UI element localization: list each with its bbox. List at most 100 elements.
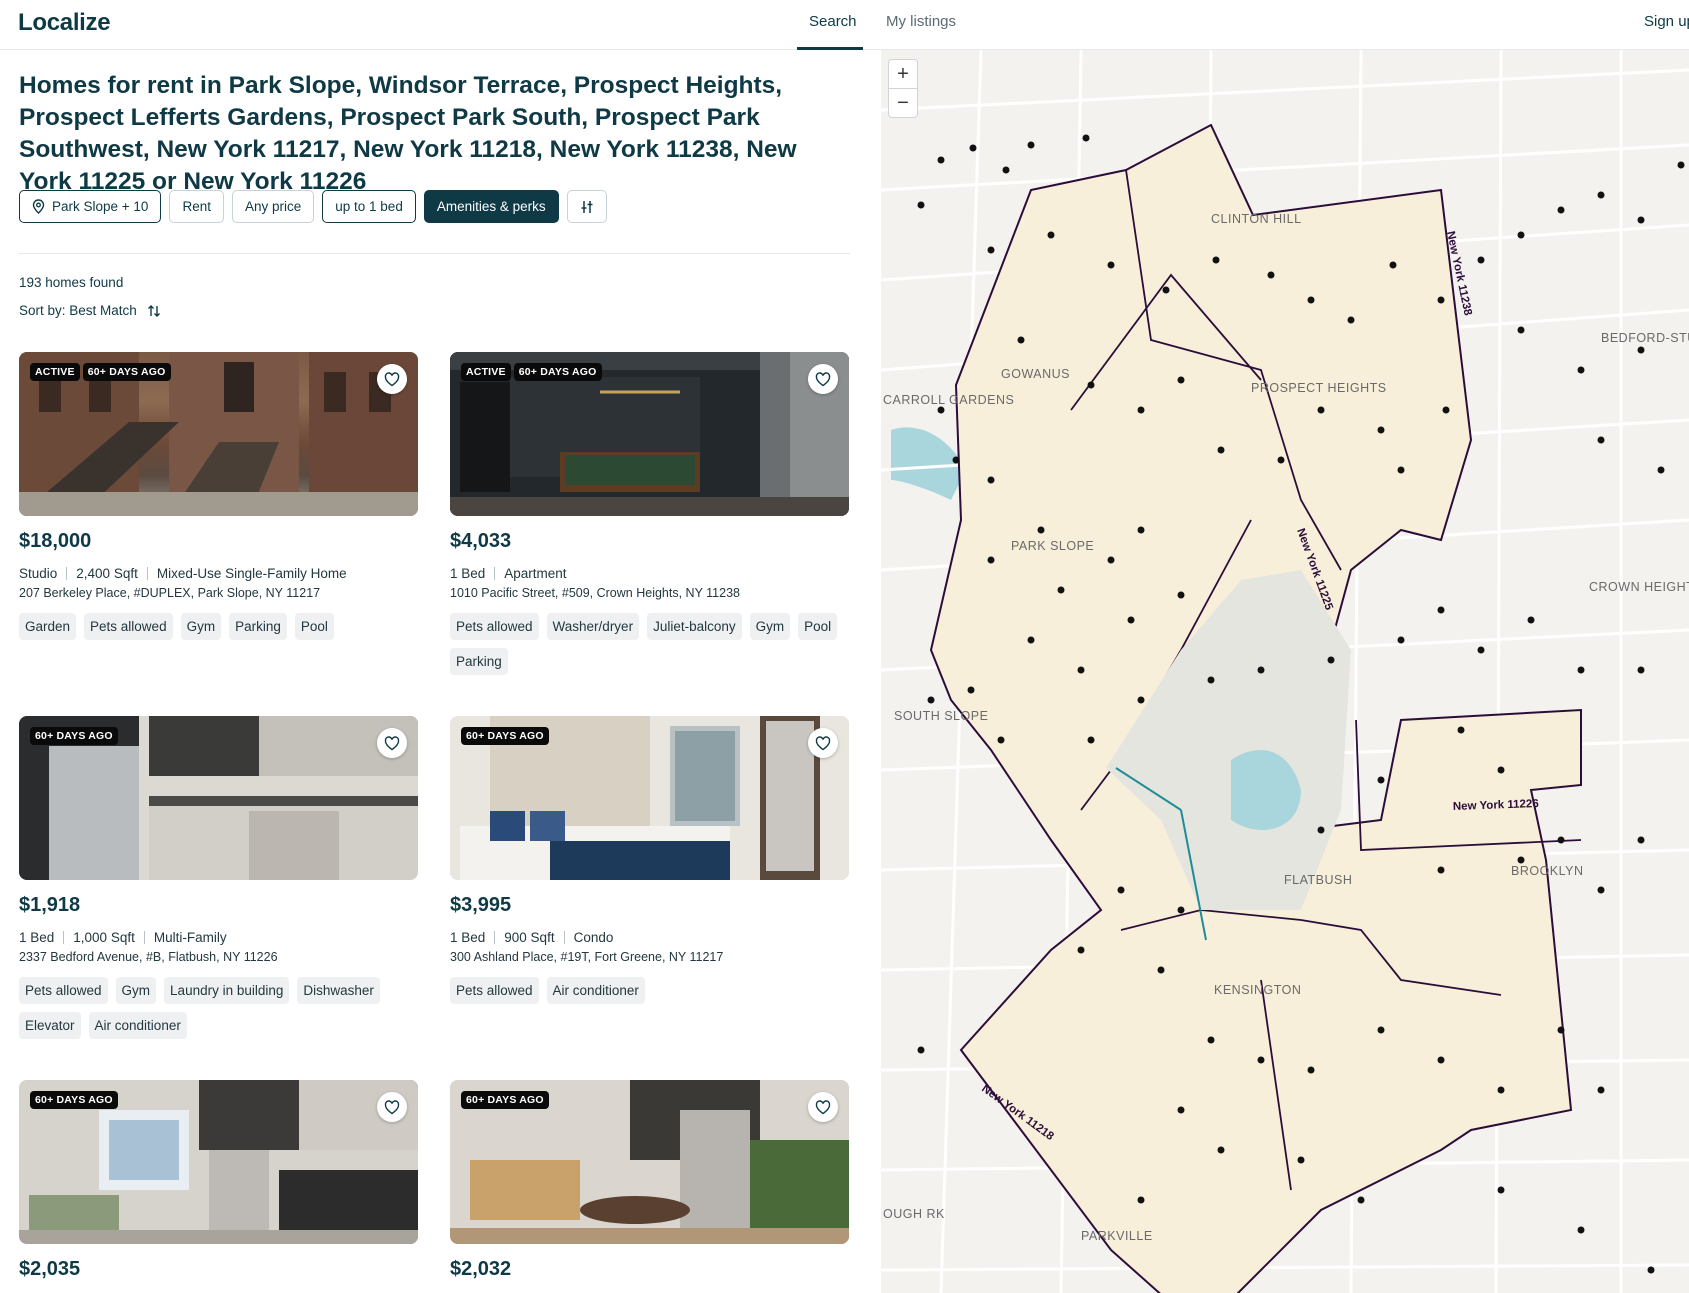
map-canvas[interactable]: CLINTON HILL BEDFORD-STUYVES GOWANUS CAR… xyxy=(881,50,1689,1293)
amenity-tag: Pets allowed xyxy=(450,977,539,1004)
map-label: CROWN HEIGHTS xyxy=(1589,580,1689,594)
gowanus-canal-water xyxy=(891,427,966,500)
results-count: 193 homes found xyxy=(19,275,124,290)
amenity-tag: Gym xyxy=(115,977,157,1004)
status-badges: ACTIVE 60+ DAYS AGO xyxy=(30,363,171,381)
page-title: Homes for rent in Park Slope, Windsor Te… xyxy=(19,72,797,195)
amenities-filter[interactable]: Amenities & perks xyxy=(423,190,559,223)
map[interactable]: CLINTON HILL BEDFORD-STUYVES GOWANUS CAR… xyxy=(881,50,1689,1293)
heart-icon xyxy=(815,371,831,386)
amenity-tag: Parking xyxy=(229,613,287,640)
listing-card[interactable]: ACTIVE 60+ DAYS AGO $18,000 Studio 2,400… xyxy=(19,352,418,640)
logo[interactable]: Localize xyxy=(18,9,111,37)
spec-type: Condo xyxy=(573,930,614,945)
map-label: BROOKLYN xyxy=(1511,864,1584,878)
status-badges: 60+ DAYS AGO xyxy=(461,727,549,745)
zoom-in-button[interactable]: + xyxy=(889,60,917,89)
listing-specs: 1 Bed Apartment xyxy=(450,566,849,581)
listing-photo[interactable]: 60+ DAYS AGO xyxy=(19,1080,418,1244)
amenity-tag: Pets allowed xyxy=(84,613,173,640)
listing-type-filter[interactable]: Rent xyxy=(169,190,224,223)
listing-specs: 1 Bed 1,000 Sqft Multi-Family xyxy=(19,930,418,945)
favorite-button[interactable] xyxy=(808,728,838,758)
listing-card[interactable]: 60+ DAYS AGO $1,918 1 Bed 1,000 Sqft Mul… xyxy=(19,716,418,1039)
amenity-tags: Pets allowed Washer/dryer Juliet-balcony… xyxy=(450,613,849,675)
age-badge: 60+ DAYS AGO xyxy=(461,1091,549,1109)
map-label: PARK SLOPE xyxy=(1011,539,1094,553)
location-filter[interactable]: Park Slope + 10 xyxy=(19,190,162,223)
amenity-tag: Pool xyxy=(294,613,334,640)
listing-price: $2,035 xyxy=(19,1258,81,1280)
beds-filter[interactable]: up to 1 bed xyxy=(322,190,416,223)
listing-price: $1,918 xyxy=(19,894,81,916)
listing-card[interactable]: 60+ DAYS AGO $2,032 xyxy=(450,1080,849,1281)
sort-label: Sort by: Best Match xyxy=(19,303,137,318)
heart-icon xyxy=(384,735,400,750)
map-label: PARKVILLE xyxy=(1081,1229,1153,1243)
listing-specs: 1 Bed 900 Sqft Condo xyxy=(450,930,849,945)
listing-price: $4,033 xyxy=(450,530,512,552)
listing-photo[interactable]: 60+ DAYS AGO xyxy=(450,1080,849,1244)
zoom-controls: + − xyxy=(888,59,918,118)
amenity-tags: Pets allowed Gym Laundry in building Dis… xyxy=(19,977,418,1039)
map-label: SOUTH SLOPE xyxy=(894,709,988,723)
map-label: GOWANUS xyxy=(1001,367,1070,381)
listing-photo[interactable]: 60+ DAYS AGO xyxy=(450,716,849,880)
heart-icon xyxy=(384,371,400,386)
spec-beds: 1 Bed xyxy=(450,566,486,581)
status-badge: ACTIVE xyxy=(461,363,511,381)
favorite-button[interactable] xyxy=(377,364,407,394)
amenity-tag: Air conditioner xyxy=(546,977,645,1004)
zoom-out-button[interactable]: − xyxy=(889,89,917,118)
listing-specs: Studio 2,400 Sqft Mixed-Use Single-Famil… xyxy=(19,566,418,581)
listing-address: 207 Berkeley Place, #DUPLEX, Park Slope,… xyxy=(19,586,321,600)
heart-icon xyxy=(815,1099,831,1114)
sign-up-link[interactable]: Sign up xyxy=(1644,13,1689,30)
location-pin-icon xyxy=(32,199,45,214)
filter-bar: Park Slope + 10 Rent Any price up to 1 b… xyxy=(19,190,607,223)
status-badges: ACTIVE 60+ DAYS AGO xyxy=(461,363,602,381)
favorite-button[interactable] xyxy=(377,1092,407,1122)
listing-card[interactable]: 60+ DAYS AGO $3,995 1 Bed 900 Sqft Condo… xyxy=(450,716,849,1004)
map-label: CLINTON HILL xyxy=(1211,212,1302,226)
listing-photo[interactable]: ACTIVE 60+ DAYS AGO xyxy=(450,352,849,516)
amenity-tag: Elevator xyxy=(19,1012,81,1039)
price-filter[interactable]: Any price xyxy=(231,190,315,223)
status-badges: 60+ DAYS AGO xyxy=(30,727,118,745)
map-label: OUGH RK xyxy=(883,1207,945,1221)
map-label: PROSPECT HEIGHTS xyxy=(1251,381,1387,395)
listing-photo[interactable]: 60+ DAYS AGO xyxy=(19,716,418,880)
age-badge: 60+ DAYS AGO xyxy=(30,727,118,745)
listing-photo[interactable]: ACTIVE 60+ DAYS AGO xyxy=(19,352,418,516)
favorite-button[interactable] xyxy=(808,1092,838,1122)
favorite-button[interactable] xyxy=(808,364,838,394)
spec-sqft: 1,000 Sqft xyxy=(73,930,135,945)
age-badge: 60+ DAYS AGO xyxy=(82,363,171,381)
map-label: BEDFORD-STUYVES xyxy=(1601,331,1689,345)
spec-sqft: 2,400 Sqft xyxy=(76,566,138,581)
sort-control[interactable]: Sort by: Best Match xyxy=(19,303,161,318)
amenity-tag: Laundry in building xyxy=(164,977,290,1004)
listing-address: 300 Ashland Place, #19T, Fort Greene, NY… xyxy=(450,950,724,964)
heart-icon xyxy=(384,1099,400,1114)
amenity-tag: Dishwasher xyxy=(297,977,380,1004)
tab-search[interactable]: Search xyxy=(809,13,857,30)
status-badges: 60+ DAYS AGO xyxy=(30,1091,118,1109)
age-badge: 60+ DAYS AGO xyxy=(513,363,602,381)
spec-type: Apartment xyxy=(504,566,567,581)
status-badges: 60+ DAYS AGO xyxy=(461,1091,549,1109)
amenity-tag: Garden xyxy=(19,613,77,640)
map-label: FLATBUSH xyxy=(1284,873,1352,887)
heart-icon xyxy=(815,735,831,750)
more-filters-button[interactable] xyxy=(566,190,607,223)
location-filter-label: Park Slope + 10 xyxy=(52,199,149,214)
tab-my-listings[interactable]: My listings xyxy=(886,13,956,30)
listing-price: $2,032 xyxy=(450,1258,512,1280)
spec-type: Multi-Family xyxy=(153,930,227,945)
age-badge: 60+ DAYS AGO xyxy=(461,727,549,745)
status-badge: ACTIVE xyxy=(30,363,80,381)
listing-card[interactable]: ACTIVE 60+ DAYS AGO $4,033 1 Bed Apartme… xyxy=(450,352,849,675)
listing-card[interactable]: 60+ DAYS AGO $2,035 xyxy=(19,1080,418,1281)
favorite-button[interactable] xyxy=(377,728,407,758)
amenity-tag: Pets allowed xyxy=(450,613,539,640)
